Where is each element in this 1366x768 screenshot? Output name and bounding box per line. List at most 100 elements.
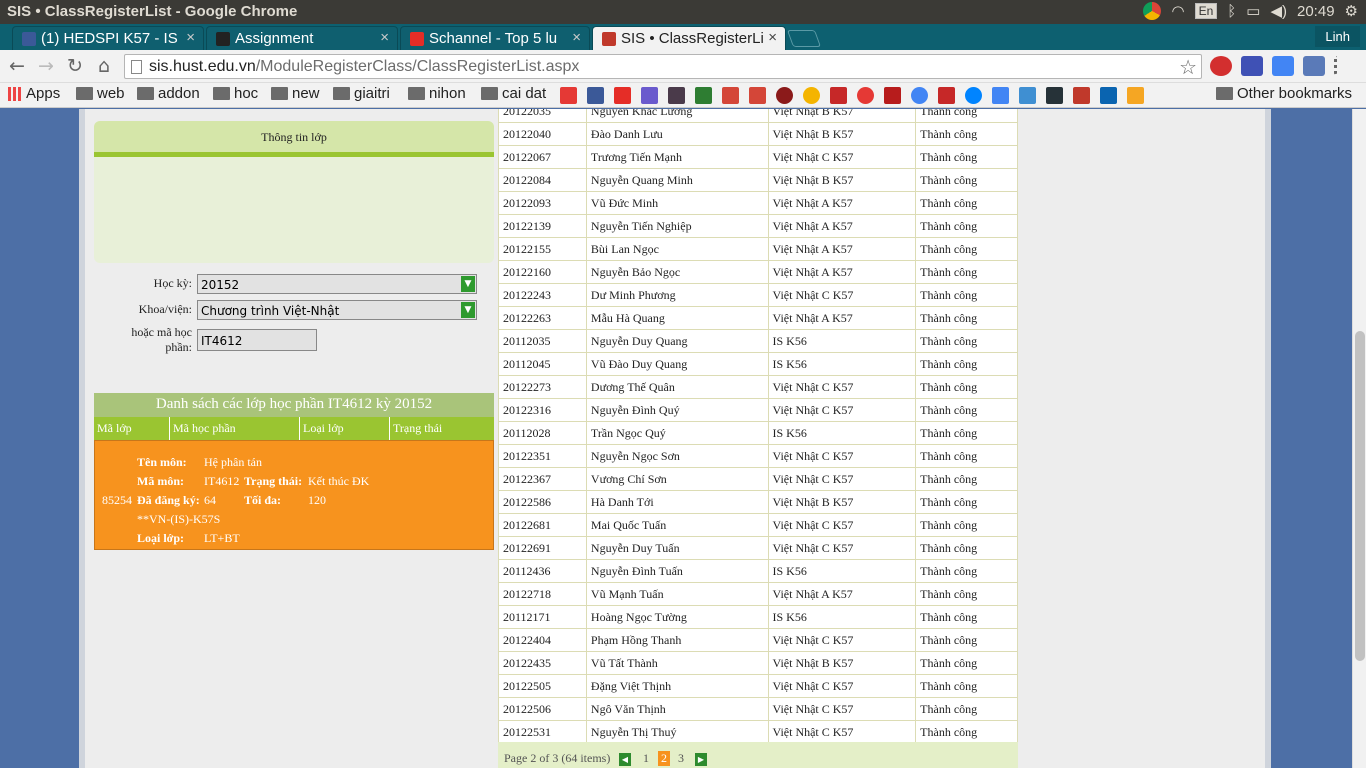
bookmark-folder-nihon[interactable]: nihon [408,85,466,102]
chrome-icon[interactable] [1143,2,1162,20]
cast-icon[interactable] [1303,56,1325,76]
volume-icon[interactable]: ◀) [1270,2,1287,20]
prev-page-icon[interactable]: ◀ [619,753,631,766]
forward-button[interactable]: → [35,55,57,77]
table-row[interactable]: 20122084 Nguyễn Quang Minh Việt Nhật B K57… [498,168,1018,192]
table-row[interactable]: 20122093 Vũ Đức Minh Việt Nhật A K57 Thành … [498,191,1018,215]
table-row[interactable]: 20112045 Vũ Đào Duy Quang IS K56 Thành công [498,352,1018,376]
selected-class-row[interactable]: 85254 Tên môn: Hệ phân tán Mã môn: IT461… [94,440,494,550]
close-tab-icon[interactable]: × [768,29,777,46]
bookmark-star-icon[interactable]: ☆ [1179,55,1197,80]
table-row[interactable]: 20112028 Trần Ngọc Quý IS K56 Thành công [498,421,1018,445]
adblock-icon[interactable] [1210,56,1232,76]
table-row[interactable]: 20122505 Đặng Việt Thịnh Việt Nhật C K57 Th… [498,674,1018,698]
page-3-link[interactable]: 3 [678,751,684,766]
table-row[interactable]: 20122367 Vương Chí Sơn Việt Nhật C K57 Thàn… [498,467,1018,491]
translate-icon[interactable] [1272,56,1294,76]
page-1-link[interactable]: 1 [643,751,649,766]
column-status[interactable]: Trạng thái [390,417,494,440]
bookmark-folder-caidat[interactable]: cai dat [481,85,546,102]
bookmark-folder-hoc[interactable]: hoc [213,85,258,102]
google-bookmark-icon[interactable] [911,87,928,104]
bookmark-icon[interactable] [884,87,901,104]
bookmark-icon[interactable] [1127,87,1144,104]
course-code-input[interactable]: IT4612 [197,329,317,351]
battery-icon[interactable]: ▭ [1246,2,1260,20]
bluetooth-icon[interactable]: ᛒ [1227,3,1236,20]
table-row[interactable]: 20122139 Nguyễn Tiến Nghiệp Việt Nhật A K5… [498,214,1018,238]
apps-bookmark[interactable]: Apps [8,85,60,102]
chat-bookmark-icon[interactable] [857,87,874,104]
table-row[interactable]: 20122035 Nguyễn Khắc Lương Việt Nhật B K57… [498,109,1018,123]
other-bookmarks[interactable]: Other bookmarks [1216,85,1352,102]
dropdown-arrow-icon[interactable]: ▼ [461,276,475,292]
table-row[interactable]: 20122404 Phạm Hồng Thanh Việt Nhật C K57 Th… [498,628,1018,652]
tab-sis[interactable]: SIS • ClassRegisterLi × [592,26,786,50]
tab-hedspi[interactable]: (1) HEDSPI K57 - IS × [12,26,204,50]
onedrive-bookmark-icon[interactable] [1100,87,1117,104]
tab-assignment[interactable]: Assignment × [206,26,398,50]
table-row[interactable]: 20112035 Nguyễn Duy Quang IS K56 Thành công [498,329,1018,353]
bookmark-folder-addon[interactable]: addon [137,85,200,102]
bookmark-folder-web[interactable]: web [76,85,125,102]
dropdown-arrow-icon[interactable]: ▼ [461,302,475,318]
table-row[interactable]: 20122435 Vũ Tất Thành Việt Nhật B K57 Thành… [498,651,1018,675]
table-row[interactable]: 20122506 Ngô Văn Thịnh Việt Nhật C K57 Thàn… [498,697,1018,721]
wifi-icon[interactable]: ◠ [1171,2,1184,20]
php-bookmark-icon[interactable] [641,87,658,104]
vtv-bookmark-icon[interactable] [830,87,847,104]
table-row[interactable]: 20122586 Hà Danh Tới Việt Nhật B K57 Thành … [498,490,1018,514]
close-tab-icon[interactable]: × [186,29,195,46]
hash-bookmark-icon[interactable] [668,87,685,104]
close-tab-icon[interactable]: × [380,29,389,46]
gmail-bookmark-icon[interactable] [722,87,739,104]
table-row[interactable]: 20122316 Nguyễn Đình Quý Việt Nhật C K57 Th… [498,398,1018,422]
next-page-icon[interactable]: ▶ [695,753,707,766]
vtv-bookmark-icon[interactable] [938,87,955,104]
table-row[interactable]: 20122067 Trương Tiến Mạnh Việt Nhật C K57 T… [498,145,1018,169]
search-bookmark-icon[interactable] [776,87,793,104]
back-button[interactable]: ← [6,55,28,77]
bookmark-folder-new[interactable]: new [271,85,320,102]
chrome-menu-icon[interactable] [1334,56,1342,76]
leaf-bookmark-icon[interactable] [695,87,712,104]
table-row[interactable]: 20122681 Mai Quốc Tuấn Việt Nhật C K57 Thàn… [498,513,1018,537]
k-bookmark-icon[interactable] [1046,87,1063,104]
table-row[interactable]: 20112436 Nguyễn Đình Tuấn IS K56 Thành công [498,559,1018,583]
new-tab-button[interactable] [786,30,822,47]
youtube-bookmark-icon[interactable] [614,87,631,104]
faculty-select[interactable]: Chương trình Việt-Nhật ▼ [197,300,477,320]
page-scrollbar[interactable] [1352,109,1366,768]
table-row[interactable]: 20122155 Bùi Lan Ngọc Việt Nhật A K57 Thành… [498,237,1018,261]
semester-select[interactable]: 20152 ▼ [197,274,477,294]
sis-bookmark-icon[interactable] [1073,87,1090,104]
keyboard-language[interactable]: En [1194,3,1218,19]
table-row[interactable]: 20122243 Dư Minh Phương Việt Nhật C K57 Thà… [498,283,1018,307]
table-row[interactable]: 20122691 Nguyễn Duy Tuấn Việt Nhật C K57 Th… [498,536,1018,560]
table-row[interactable]: 20122351 Nguyễn Ngọc Sơn Việt Nhật C K57 Th… [498,444,1018,468]
play-bookmark-icon[interactable] [1019,87,1036,104]
scrollbar-thumb[interactable] [1355,331,1365,661]
table-row[interactable]: 20122273 Dương Thế Quân Việt Nhật C K57 Thà… [498,375,1018,399]
home-button[interactable]: ⌂ [93,55,115,77]
clock[interactable]: 20:49 [1297,3,1335,20]
tab-schannel[interactable]: Schannel - Top 5 lu × [400,26,590,50]
profile-button[interactable]: Linh [1315,26,1360,47]
table-row[interactable]: 20122263 Mẫu Hà Quang Việt Nhật A K57 Thành… [498,306,1018,330]
gmail-bookmark-icon[interactable] [749,87,766,104]
bookmark-icon[interactable] [560,87,577,104]
table-row[interactable]: 20122531 Nguyễn Thị Thuý Việt Nhật C K57 Th… [498,720,1018,744]
table-row[interactable]: 20112171 Hoàng Ngọc Tường IS K56 Thành công [498,605,1018,629]
bookmark-folder-giaitri[interactable]: giaitri [333,85,390,102]
table-row[interactable]: 20122718 Vũ Mạnh Tuấn Việt Nhật A K57 Thành… [498,582,1018,606]
reload-button[interactable]: ↻ [64,55,86,77]
column-class-type[interactable]: Loại lớp [300,417,390,440]
facebook-bookmark-icon[interactable] [587,87,604,104]
column-course-code[interactable]: Mã học phần [170,417,300,440]
table-row[interactable]: 20122160 Nguyễn Bảo Ngọc Việt Nhật A K57 Th… [498,260,1018,284]
translate-bookmark-icon[interactable] [992,87,1009,104]
address-bar[interactable]: sis.hust.edu.vn/ModuleRegisterClass/Clas… [124,54,1202,79]
circle-bookmark-icon[interactable] [803,87,820,104]
messenger-bookmark-icon[interactable] [965,87,982,104]
extension-icon[interactable] [1241,56,1263,76]
